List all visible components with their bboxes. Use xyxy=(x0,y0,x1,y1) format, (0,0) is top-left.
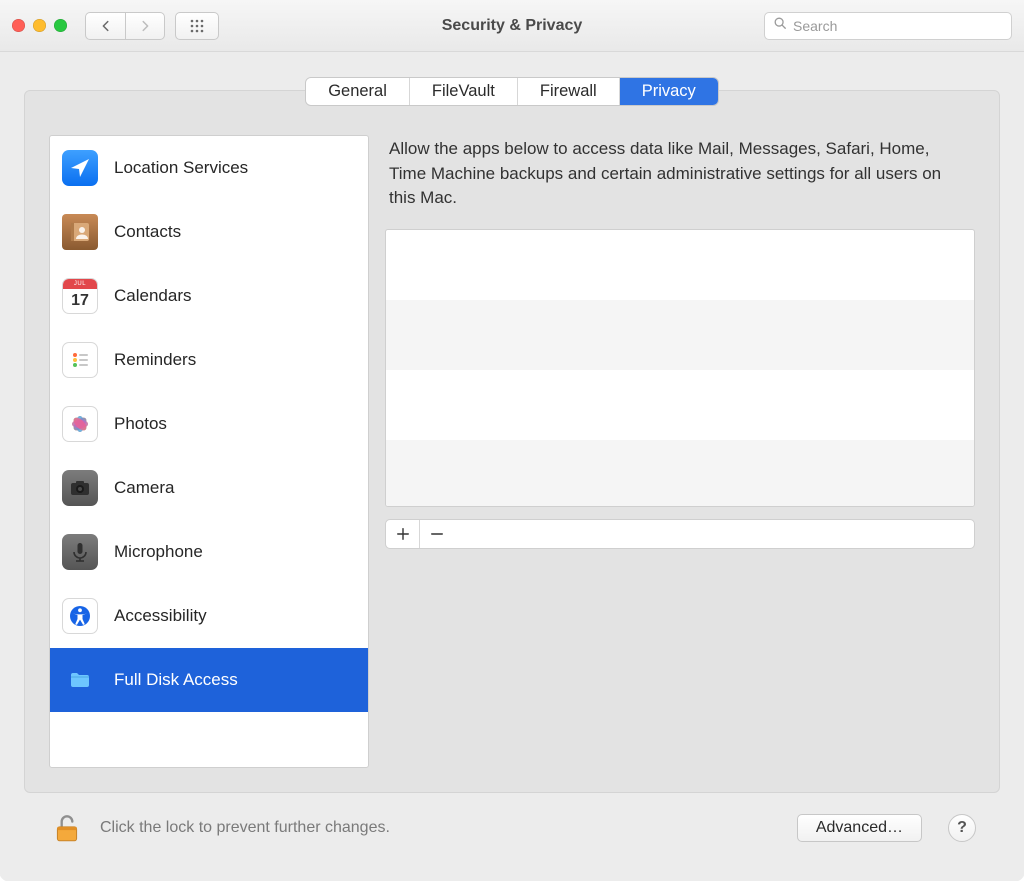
sidebar-item-reminders[interactable]: Reminders xyxy=(50,328,368,392)
tab-firewall[interactable]: Firewall xyxy=(518,78,620,105)
lock-icon[interactable] xyxy=(48,809,86,847)
reminders-icon xyxy=(62,342,98,378)
search-field[interactable] xyxy=(764,12,1012,40)
accessibility-icon xyxy=(62,598,98,634)
calendar-icon: JUL 17 xyxy=(62,278,98,314)
add-remove-group xyxy=(385,519,975,549)
back-button[interactable] xyxy=(85,12,125,40)
sidebar-item-photos[interactable]: Photos xyxy=(50,392,368,456)
toolbar-nav xyxy=(85,12,219,40)
folder-icon xyxy=(62,662,98,698)
sidebar-item-label: Photos xyxy=(114,414,167,434)
content: General FileVault Firewall Privacy Locat… xyxy=(0,52,1024,881)
tab-filevault[interactable]: FileVault xyxy=(410,78,518,105)
privacy-description: Allow the apps below to access data like… xyxy=(385,135,975,229)
advanced-button[interactable]: Advanced… xyxy=(797,814,922,842)
search-input[interactable] xyxy=(793,18,1003,34)
sidebar-item-location-services[interactable]: Location Services xyxy=(50,136,368,200)
microphone-icon xyxy=(62,534,98,570)
help-button[interactable]: ? xyxy=(948,814,976,842)
privacy-detail: Allow the apps below to access data like… xyxy=(385,135,975,768)
sidebar-item-accessibility[interactable]: Accessibility xyxy=(50,584,368,648)
tab-privacy[interactable]: Privacy xyxy=(620,78,718,105)
sidebar-item-calendars[interactable]: JUL 17 Calendars xyxy=(50,264,368,328)
sidebar-item-label: Location Services xyxy=(114,158,248,178)
preferences-window: Security & Privacy General FileVault Fir… xyxy=(0,0,1024,881)
sidebar-item-label: Full Disk Access xyxy=(114,670,238,690)
sidebar-item-microphone[interactable]: Microphone xyxy=(50,520,368,584)
calendar-month: JUL xyxy=(63,279,97,289)
tabs: General FileVault Firewall Privacy xyxy=(24,78,1000,105)
calendar-day: 17 xyxy=(63,289,97,313)
tab-segment: General FileVault Firewall Privacy xyxy=(306,78,718,105)
sidebar-item-label: Accessibility xyxy=(114,606,207,626)
sidebar-item-full-disk-access[interactable]: Full Disk Access xyxy=(50,648,368,712)
photos-icon xyxy=(62,406,98,442)
back-forward-group xyxy=(85,12,165,40)
location-icon xyxy=(62,150,98,186)
search-icon xyxy=(773,16,787,35)
forward-button[interactable] xyxy=(125,12,165,40)
sidebar-item-label: Calendars xyxy=(114,286,192,306)
app-list[interactable] xyxy=(385,229,975,507)
zoom-window-button[interactable] xyxy=(54,19,67,32)
lock-text: Click the lock to prevent further change… xyxy=(100,819,390,837)
remove-button[interactable] xyxy=(420,520,454,548)
add-button[interactable] xyxy=(386,520,420,548)
footer: Click the lock to prevent further change… xyxy=(24,793,1000,863)
app-list-row xyxy=(386,300,974,370)
sidebar-item-label: Microphone xyxy=(114,542,203,562)
minimize-window-button[interactable] xyxy=(33,19,46,32)
titlebar: Security & Privacy xyxy=(0,0,1024,52)
app-list-row xyxy=(386,370,974,440)
sidebar-item-label: Contacts xyxy=(114,222,181,242)
privacy-panel: Location Services Contacts JUL 17 Calend… xyxy=(24,90,1000,793)
traffic-lights xyxy=(12,19,67,32)
app-list-row xyxy=(386,440,974,507)
contacts-icon xyxy=(62,214,98,250)
show-all-button[interactable] xyxy=(175,12,219,40)
camera-icon xyxy=(62,470,98,506)
sidebar-item-camera[interactable]: Camera xyxy=(50,456,368,520)
close-window-button[interactable] xyxy=(12,19,25,32)
sidebar-item-contacts[interactable]: Contacts xyxy=(50,200,368,264)
sidebar-item-label: Camera xyxy=(114,478,174,498)
tab-general[interactable]: General xyxy=(306,78,410,105)
search-wrap xyxy=(764,12,1012,40)
sidebar-item-label: Reminders xyxy=(114,350,196,370)
privacy-category-list[interactable]: Location Services Contacts JUL 17 Calend… xyxy=(49,135,369,768)
app-list-row xyxy=(386,230,974,300)
